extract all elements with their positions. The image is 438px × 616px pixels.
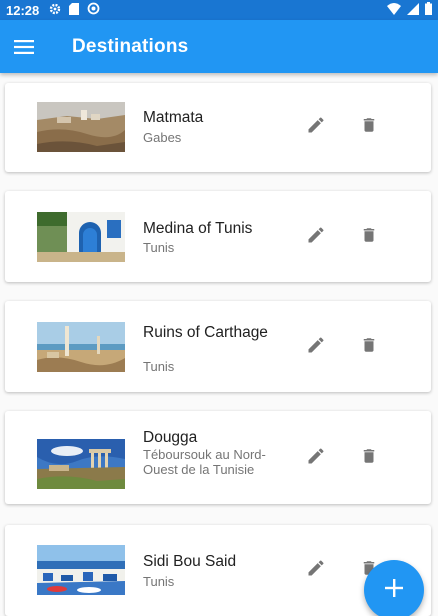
- signal-icon: [407, 2, 419, 18]
- destination-image: [37, 322, 125, 372]
- trash-icon: [360, 115, 378, 140]
- gear-icon: [49, 3, 61, 18]
- sd-card-icon: [69, 2, 80, 18]
- trash-icon: [360, 225, 378, 250]
- delete-button[interactable]: [353, 111, 385, 143]
- destination-region: Gabes: [143, 130, 182, 145]
- wifi-icon: [387, 2, 401, 18]
- pencil-icon: [306, 446, 326, 471]
- edit-button[interactable]: [300, 442, 332, 474]
- destination-region: Téboursouk au Nord-Ouest de la Tunisie: [143, 447, 266, 477]
- destination-region: Tunis: [143, 359, 175, 374]
- edit-button[interactable]: [300, 221, 332, 253]
- destination-card[interactable]: Medina of Tunis Tunis: [5, 191, 431, 282]
- menu-icon[interactable]: [0, 20, 48, 73]
- destination-name: Matmata: [143, 109, 204, 126]
- destination-region: Tunis: [143, 240, 175, 255]
- destination-region: Tunis: [143, 574, 175, 589]
- edit-button[interactable]: [300, 554, 332, 586]
- destination-card[interactable]: Dougga Téboursouk au Nord-Ouest de la Tu…: [5, 411, 431, 504]
- pencil-icon: [306, 115, 326, 140]
- edit-button[interactable]: [300, 111, 332, 143]
- pencil-icon: [306, 225, 326, 250]
- destination-card[interactable]: Ruins of Carthage Tunis: [5, 301, 431, 392]
- destination-card[interactable]: Matmata Gabes: [5, 83, 431, 172]
- app-bar: Destinations: [0, 20, 438, 73]
- destination-image: [37, 439, 125, 489]
- page-title: Destinations: [72, 35, 189, 57]
- trash-icon: [360, 335, 378, 360]
- pencil-icon: [306, 558, 326, 583]
- edit-button[interactable]: [300, 331, 332, 363]
- destination-name: Medina of Tunis: [143, 220, 253, 237]
- delete-button[interactable]: [353, 442, 385, 474]
- trash-icon: [360, 446, 378, 471]
- delete-button[interactable]: [353, 221, 385, 253]
- plus-icon: [385, 578, 403, 602]
- destination-image: [37, 102, 125, 152]
- destination-name: Sidi Bou Said: [143, 553, 237, 570]
- destination-image: [37, 212, 125, 262]
- destination-image: [37, 545, 125, 595]
- battery-icon: [425, 2, 432, 18]
- pencil-icon: [306, 335, 326, 360]
- status-time: 12:28: [6, 2, 40, 18]
- destination-name: Dougga: [143, 429, 198, 446]
- status-bar: 12:28: [0, 0, 438, 20]
- add-destination-button[interactable]: [364, 560, 424, 616]
- delete-button[interactable]: [353, 331, 385, 363]
- destination-name: Ruins of Carthage: [143, 324, 268, 341]
- destination-list: Matmata Gabes Medina of Tunis Tunis Ruin…: [0, 73, 438, 616]
- sync-icon: [87, 2, 100, 18]
